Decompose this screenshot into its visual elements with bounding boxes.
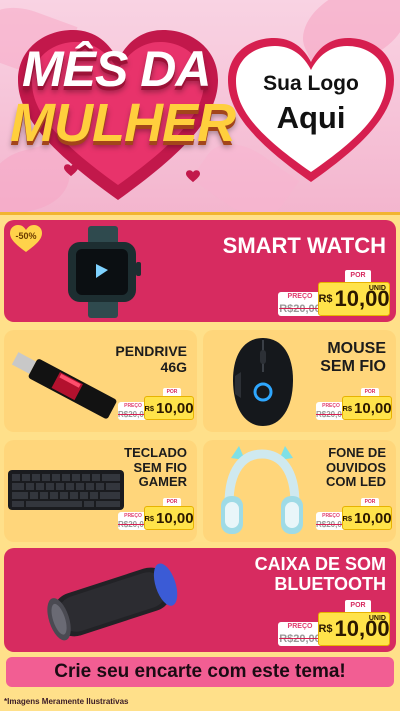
old-price-label: PREÇO bbox=[287, 293, 313, 300]
old-price-label: PREÇO bbox=[287, 623, 313, 630]
new-price: R$ 10,00 bbox=[342, 399, 392, 417]
new-price-box: POR UNID R$ 10,00 bbox=[318, 270, 390, 316]
speaker-icon bbox=[47, 563, 178, 641]
new-price: R$ 10,00 bbox=[318, 616, 390, 641]
product-card-keyboard[interactable]: TECLADO SEM FIO GAMER PREÇO R$20,00 POR … bbox=[4, 440, 197, 542]
old-price: R$20,00 bbox=[279, 633, 321, 645]
price-tag: PREÇO R$20,00 POR UNID R$ 10,00 bbox=[278, 600, 390, 646]
product-card-pendrive[interactable]: PENDRIVE 46G PREÇO R$20,00 POR R$ 10,00 bbox=[4, 330, 197, 432]
new-price: R$ 10,00 bbox=[342, 509, 392, 527]
product-card-speaker[interactable]: CAIXA DE SOM BLUETOOTH PREÇO R$20,00 POR… bbox=[4, 548, 396, 652]
price-tag: PREÇO R$20,00 POR UNID R$ 10,00 bbox=[278, 270, 390, 316]
product-name: SMART WATCH bbox=[222, 233, 386, 258]
product-name: PENDRIVE 46G bbox=[115, 343, 187, 375]
price-tag: PREÇO R$20,00 POR R$ 10,00 bbox=[316, 498, 392, 530]
new-price-box: POR R$ 10,00 bbox=[144, 388, 194, 420]
new-price-box: POR R$ 10,00 bbox=[342, 388, 392, 420]
new-price-label: POR bbox=[361, 388, 379, 396]
title-line-2: MULHER bbox=[10, 93, 236, 153]
small-heart-icon bbox=[64, 164, 78, 177]
cta-banner[interactable]: Crie seu encarte com este tema! bbox=[6, 657, 394, 687]
new-price: R$ 10,00 bbox=[144, 509, 194, 527]
headphones-icon bbox=[221, 446, 303, 534]
new-price-label: POR bbox=[345, 600, 371, 612]
price-tag: PREÇO R$20,00 POR R$ 10,00 bbox=[118, 498, 194, 530]
product-card-smart-watch[interactable]: -50% SMART WATCH PREÇO R$20,00 POR UNID … bbox=[4, 220, 396, 322]
logo-placeholder-line-2: Aqui bbox=[276, 100, 346, 135]
new-price-label: POR bbox=[345, 270, 371, 282]
new-price-box: POR R$ 10,00 bbox=[144, 498, 194, 530]
product-card-headphones[interactable]: FONE DE OUVIDOS COM LED PREÇO R$20,00 PO… bbox=[203, 440, 396, 542]
price-tag: PREÇO R$20,00 POR R$ 10,00 bbox=[316, 388, 392, 420]
new-price-label: POR bbox=[163, 388, 181, 396]
price-tag: PREÇO R$20,00 POR R$ 10,00 bbox=[118, 388, 194, 420]
old-price-box: PREÇO R$20,00 bbox=[278, 622, 322, 646]
new-price-label: POR bbox=[361, 498, 379, 506]
new-price-box: POR R$ 10,00 bbox=[342, 498, 392, 530]
header: MÊS DA MULHER Sua Logo Aqui bbox=[0, 0, 400, 222]
logo-placeholder-line-1: Sua Logo bbox=[263, 72, 359, 95]
product-name: FONE DE OUVIDOS COM LED bbox=[326, 445, 386, 490]
new-price-box: POR UNID R$ 10,00 bbox=[318, 600, 390, 646]
new-price: R$ 10,00 bbox=[318, 286, 390, 311]
title-line-1: MÊS DA bbox=[22, 41, 211, 97]
smartwatch-icon bbox=[68, 226, 141, 318]
new-price: R$ 10,00 bbox=[144, 399, 194, 417]
gaming-mouse-icon bbox=[233, 338, 293, 426]
small-heart-icon bbox=[186, 170, 200, 183]
product-name: MOUSE SEM FIO bbox=[320, 340, 386, 375]
new-price-label: POR bbox=[163, 498, 181, 506]
old-price-box: PREÇO R$20,00 bbox=[278, 292, 322, 316]
flyer-page: MÊS DA MULHER Sua Logo Aqui -50% SMART W… bbox=[0, 0, 400, 711]
disclaimer-footnote: *Imagens Meramente Ilustrativas bbox=[4, 697, 129, 706]
product-card-mouse[interactable]: MOUSE SEM FIO PREÇO R$20,00 POR R$ 10,00 bbox=[203, 330, 396, 432]
old-price: R$20,00 bbox=[279, 303, 321, 315]
product-name: TECLADO SEM FIO GAMER bbox=[124, 445, 187, 490]
product-name: CAIXA DE SOM BLUETOOTH bbox=[254, 554, 386, 595]
discount-heart-icon bbox=[10, 225, 42, 252]
